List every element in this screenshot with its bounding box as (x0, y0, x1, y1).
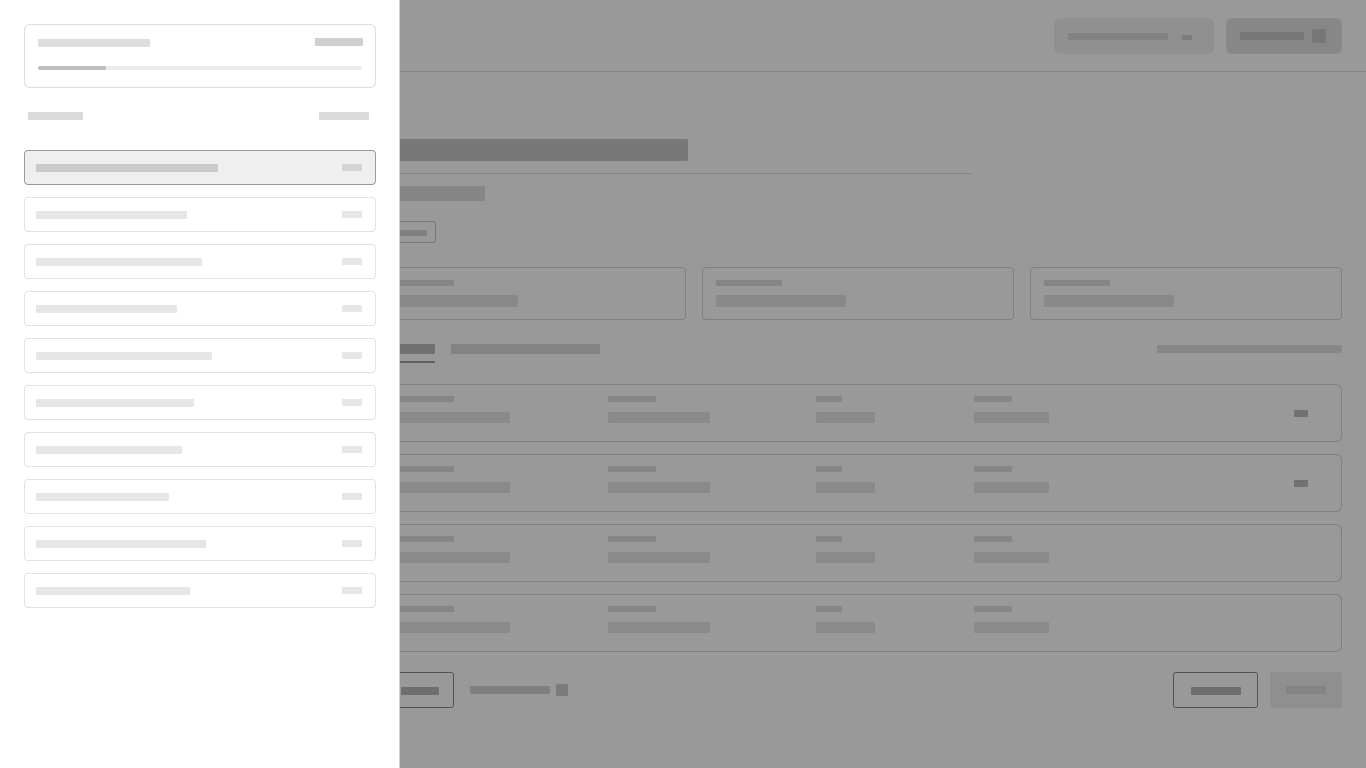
list-item-value (342, 164, 362, 171)
list-item[interactable] (24, 526, 376, 561)
list-item[interactable] (24, 385, 376, 420)
progress-card-title (38, 39, 150, 47)
list-header-action[interactable] (319, 112, 369, 120)
progress-card-status (315, 38, 363, 46)
list-item-value (342, 399, 362, 406)
list-header-label (28, 112, 83, 120)
list-item-label (36, 399, 194, 407)
list-item-value (342, 540, 362, 547)
list-item-label (36, 258, 202, 266)
list-item-label (36, 587, 190, 595)
list-item-label (36, 164, 218, 172)
list-item[interactable] (24, 479, 376, 514)
progress-card (24, 24, 376, 88)
list-item-value (342, 352, 362, 359)
list-item-value (342, 258, 362, 265)
list-item[interactable] (24, 197, 376, 232)
list-item-label (36, 540, 206, 548)
progress-bar-fill (38, 66, 107, 70)
list-item-label (36, 305, 177, 313)
list-item[interactable] (24, 338, 376, 373)
list-item-label (36, 352, 212, 360)
list-item[interactable] (24, 244, 376, 279)
list-item-value (342, 211, 362, 218)
list-item-label (36, 493, 169, 501)
list-item[interactable] (24, 291, 376, 326)
list-item-value (342, 305, 362, 312)
list-item[interactable] (24, 573, 376, 608)
list-item-value (342, 493, 362, 500)
list-item-label (36, 446, 182, 454)
list-item-selected[interactable] (24, 150, 376, 185)
list-item-value (342, 587, 362, 594)
progress-bar (38, 66, 362, 70)
list-item-value (342, 446, 362, 453)
side-drawer (0, 0, 400, 768)
list-item-label (36, 211, 187, 219)
list-item[interactable] (24, 432, 376, 467)
